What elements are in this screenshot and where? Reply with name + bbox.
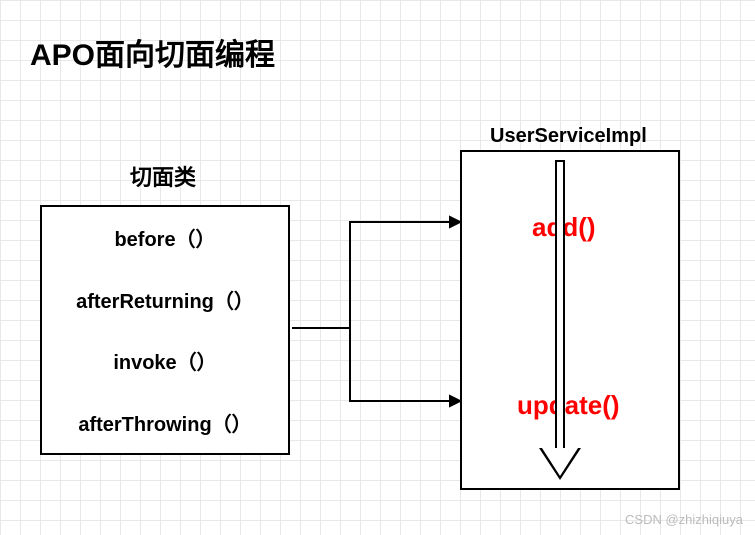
diagram-title: APO面向切面编程 xyxy=(30,30,275,74)
watermark-text: CSDN @zhizhiqiuya xyxy=(625,512,743,527)
aspect-method-before: before（） xyxy=(114,223,215,252)
aspect-method-after-returning: afterReturning（） xyxy=(76,285,254,314)
aspect-method-invoke: invoke（） xyxy=(113,346,216,375)
aspect-class-box: before（） afterReturning（） invoke（） after… xyxy=(40,205,290,455)
service-method-update: update() xyxy=(517,390,620,421)
aspect-class-label: 切面类 xyxy=(130,160,196,192)
aspect-method-after-throwing: afterThrowing（） xyxy=(78,408,251,437)
service-class-label: UserServiceImpl xyxy=(490,125,647,148)
service-class-box: add() update() xyxy=(460,150,680,490)
down-arrow-icon xyxy=(555,160,565,450)
